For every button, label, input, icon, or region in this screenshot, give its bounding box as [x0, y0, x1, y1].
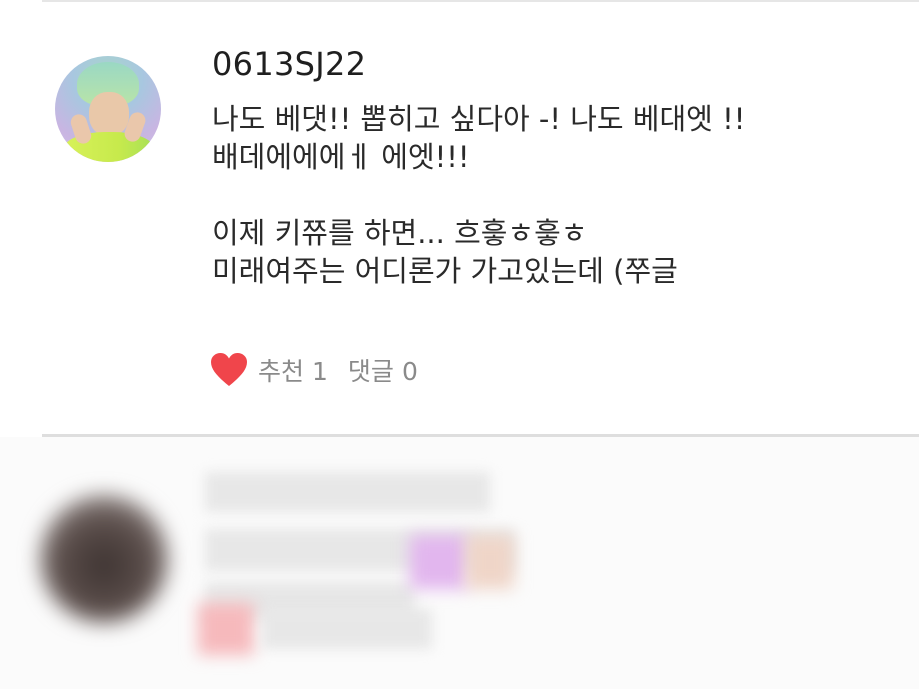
blurred-avatar	[40, 495, 168, 623]
comment-username[interactable]: 0613SJ22	[212, 44, 366, 84]
comment-body-line: 나도 베댓!! 뽑히고 싶다아 -! 나도 베대엣 !!	[212, 102, 746, 136]
avatar[interactable]	[55, 56, 161, 162]
blurred-meta	[262, 609, 432, 649]
comment-body-line: 배데에에에ㅔ 에엣!!!	[212, 140, 470, 174]
heart-icon[interactable]	[210, 352, 248, 388]
like-label: 추천	[258, 357, 305, 386]
comment-body-line: 이제 키쮸를 하면... 흐흫ㅎ흫ㅎ	[212, 216, 588, 250]
like-number: 1	[312, 357, 328, 386]
blurred-emoji	[410, 535, 468, 589]
comment-body: 나도 베댓!! 뽑히고 싶다아 -! 나도 베대엣 !! 배데에에에ㅔ 에엣!!…	[212, 100, 902, 290]
reply-label: 댓글	[347, 357, 394, 386]
reply-number: 0	[401, 357, 418, 386]
blurred-emoji	[466, 535, 514, 589]
blurred-heart	[198, 603, 254, 655]
reply-count[interactable]: 댓글 0	[348, 352, 418, 388]
comment-body-line	[212, 176, 902, 214]
comment-meta: 추천 1 댓글 0	[210, 350, 438, 390]
comment-item: 0613SJ22 나도 베댓!! 뽑히고 싶다아 -! 나도 베대엣 !! 배데…	[0, 0, 919, 436]
like-count[interactable]: 추천 1	[258, 352, 328, 388]
blurred-next-comment	[0, 437, 919, 689]
blurred-username	[205, 472, 490, 512]
comment-body-line: 미래여주는 어디론가 가고있는데 (쭈글	[212, 254, 678, 288]
